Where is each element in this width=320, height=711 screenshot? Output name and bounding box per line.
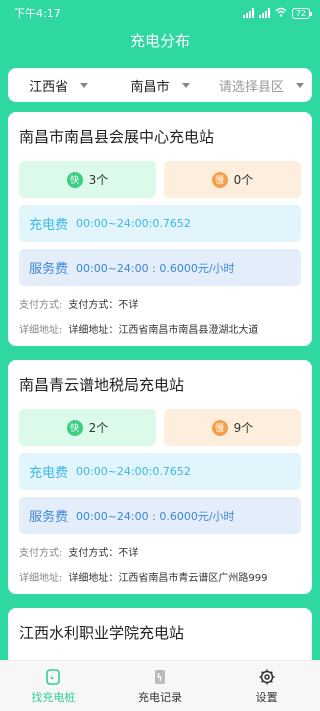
province-select[interactable]: 江西省 xyxy=(8,76,109,95)
tab-label: 充电记录 xyxy=(138,690,182,704)
tab-settings[interactable]: 设置 xyxy=(213,661,320,711)
charger-search-icon xyxy=(46,668,61,685)
payment-info: 支付方式: 支付方式：不详 xyxy=(19,544,301,559)
fast-badge: 快 xyxy=(66,419,83,436)
district-select[interactable]: 请选择县区 xyxy=(211,76,312,95)
station-name: 南昌市南昌县会展中心充电站 xyxy=(19,128,215,146)
record-icon xyxy=(155,669,165,684)
charge-fee-label: 充电费 xyxy=(29,218,69,233)
slow-badge: 慢 xyxy=(211,171,228,188)
payment-info: 支付方式: 支付方式：不详 xyxy=(19,296,301,311)
battery-icon: 72 xyxy=(291,7,313,19)
chevron-down-icon xyxy=(295,82,304,88)
station-card[interactable]: 南昌青云谱地税局充电站 快 2个 慢 9个 充电费 00:00~24:00:0.… xyxy=(8,360,312,594)
gear-icon xyxy=(259,669,275,684)
status-bar: 下午4:17 72 xyxy=(0,0,320,26)
station-card[interactable]: 南昌市南昌县会展中心充电站 快 3个 慢 0个 充电费 00:00~24:00:… xyxy=(8,112,312,346)
service-fee-value: 00:00~24:00 : 0.6000元/小时 xyxy=(76,261,235,275)
chevron-down-icon xyxy=(181,82,190,88)
charger-counts: 快 3个 慢 0个 xyxy=(19,161,301,198)
charge-fee-label: 充电费 xyxy=(29,466,69,481)
slow-count: 9个 xyxy=(233,421,254,435)
fast-badge: 快 xyxy=(66,171,83,188)
region-filter: 江西省 南昌市 请选择县区 xyxy=(8,68,312,102)
fast-count: 3个 xyxy=(88,173,109,187)
province-value: 江西省 xyxy=(29,79,69,95)
slow-count: 0个 xyxy=(233,173,254,187)
fast-charger-count: 快 2个 xyxy=(19,409,156,446)
fast-charger-count: 快 3个 xyxy=(19,161,156,198)
address-info: 详细地址: 详细地址：江西省南昌市青云谱区广州路999 xyxy=(19,569,301,584)
status-time: 下午4:17 xyxy=(14,7,61,20)
payment-key: 支付方式: xyxy=(19,548,63,559)
charger-counts: 快 2个 慢 9个 xyxy=(19,409,301,446)
status-icons: 72 xyxy=(242,7,313,20)
address-value: 详细地址：江西省南昌市南昌县澄湖北大道 xyxy=(68,325,259,336)
payment-key: 支付方式: xyxy=(19,300,63,311)
service-fee-value: 00:00~24:00 : 0.6000元/小时 xyxy=(76,509,235,523)
station-card[interactable]: 江西水利职业学院充电站 xyxy=(8,608,312,660)
service-fee: 服务费 00:00~24:00 : 0.6000元/小时 xyxy=(19,497,301,534)
tab-find-charger[interactable]: 找充电桩 xyxy=(0,661,107,711)
district-placeholder: 请选择县区 xyxy=(218,79,284,95)
station-name: 江西水利职业学院充电站 xyxy=(19,624,185,642)
page-title: 充电分布 xyxy=(129,32,190,50)
slow-charger-count: 慢 0个 xyxy=(164,161,301,198)
payment-value: 支付方式：不详 xyxy=(68,300,139,311)
tab-label: 找充电桩 xyxy=(31,690,76,704)
charge-fee: 充电费 00:00~24:00:0.7652 xyxy=(19,205,301,242)
slow-charger-count: 慢 9个 xyxy=(164,409,301,446)
slow-badge: 慢 xyxy=(211,419,228,436)
address-value: 详细地址：江西省南昌市青云谱区广州路999 xyxy=(68,573,268,584)
chevron-down-icon xyxy=(80,82,89,88)
charge-fee: 充电费 00:00~24:00:0.7652 xyxy=(19,453,301,490)
signal-icon-2 xyxy=(258,8,270,18)
signal-icon xyxy=(242,8,254,18)
service-fee: 服务费 00:00~24:00 : 0.6000元/小时 xyxy=(19,249,301,286)
tab-charge-record[interactable]: 充电记录 xyxy=(107,661,214,711)
fast-count: 2个 xyxy=(88,421,109,435)
city-select[interactable]: 南昌市 xyxy=(109,76,210,95)
city-value: 南昌市 xyxy=(130,79,170,95)
address-key: 详细地址: xyxy=(19,325,63,336)
service-fee-label: 服务费 xyxy=(29,262,69,277)
tab-label: 设置 xyxy=(255,690,278,704)
station-list[interactable]: 南昌市南昌县会展中心充电站 快 3个 慢 0个 充电费 00:00~24:00:… xyxy=(8,112,312,660)
bottom-tab-bar: 找充电桩 充电记录 设置 xyxy=(0,660,320,711)
charge-fee-value: 00:00~24:00:0.7652 xyxy=(76,217,191,230)
charge-fee-value: 00:00~24:00:0.7652 xyxy=(76,465,191,478)
service-fee-label: 服务费 xyxy=(29,510,69,525)
address-key: 详细地址: xyxy=(19,573,63,584)
station-name: 南昌青云谱地税局充电站 xyxy=(19,376,185,394)
address-info: 详细地址: 详细地址：江西省南昌市南昌县澄湖北大道 xyxy=(19,321,301,336)
payment-value: 支付方式：不详 xyxy=(68,548,139,559)
wifi-icon xyxy=(275,7,287,20)
